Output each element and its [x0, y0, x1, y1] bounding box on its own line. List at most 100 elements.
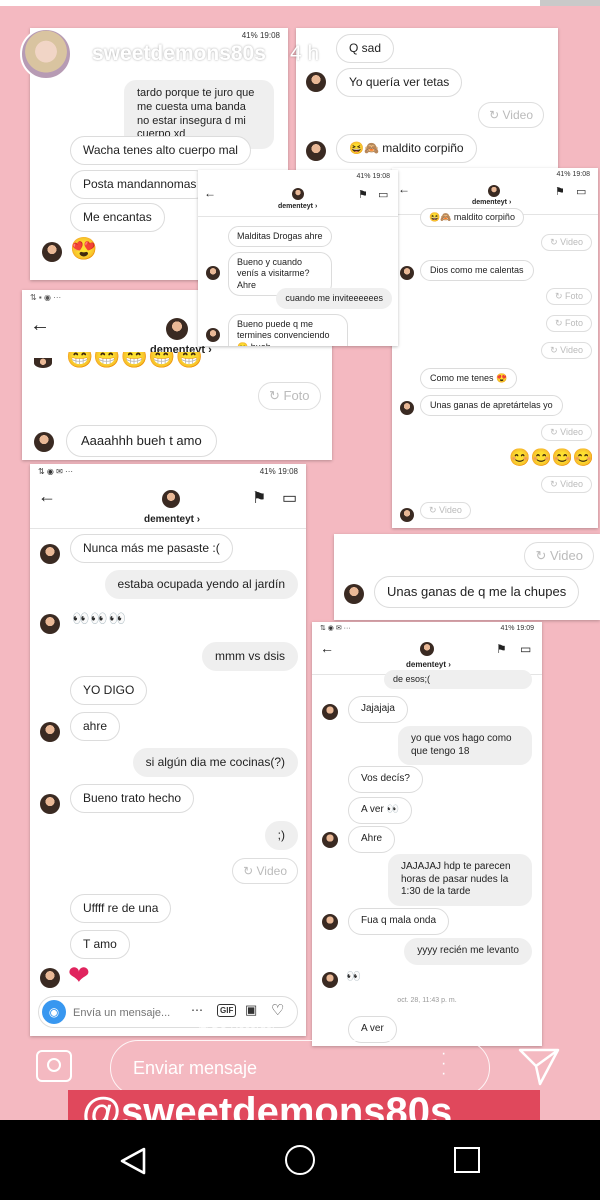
- message-bubble: Como me tenes 😍: [420, 368, 518, 390]
- photo-button[interactable]: ↻ Foto: [545, 315, 592, 332]
- status-bar: 41% 19:08: [356, 172, 390, 180]
- back-arrow-icon[interactable]: ←: [30, 314, 50, 337]
- navigation-bar: [0, 1120, 600, 1200]
- video-button[interactable]: ↻ Video: [420, 502, 471, 519]
- video-button[interactable]: ↻ Video: [541, 476, 592, 493]
- camera-icon[interactable]: ◉: [42, 1000, 66, 1024]
- video-button[interactable]: ↻ Video: [524, 542, 594, 570]
- avatar: [322, 914, 338, 930]
- video-button[interactable]: ↻ Video: [478, 102, 544, 128]
- message-bubble: Ahre: [348, 826, 396, 853]
- camera-icon: [47, 1058, 61, 1072]
- back-arrow-icon[interactable]: ←: [320, 640, 334, 656]
- message-bubble: Uffff re de una: [70, 894, 172, 923]
- flag-icon[interactable]: ⚑: [358, 188, 368, 201]
- reply-placeholder: Enviar mensaje: [133, 1058, 258, 1078]
- status-icons: ⇅ ◉ ✉ ···: [38, 466, 74, 476]
- status-icons: ⇅ ▪ ◉ ···: [30, 292, 62, 302]
- message-bubble: yyyy recién me levanto: [404, 938, 532, 965]
- send-icon[interactable]: [518, 1046, 560, 1091]
- back-arrow-icon[interactable]: ←: [204, 186, 216, 200]
- flag-icon[interactable]: ⚑: [252, 488, 266, 508]
- smile-emojis: 😊😊😊😊: [509, 448, 594, 467]
- heart-icon: ❤: [68, 960, 90, 990]
- message-bubble: Unas ganas de apretártelas yo: [420, 395, 563, 417]
- message-bubble: ahre: [70, 712, 121, 741]
- message-bubble: Me encantas: [70, 203, 165, 232]
- video-call-icon[interactable]: ▭: [282, 488, 297, 508]
- story-username[interactable]: sweetdemons80s: [92, 42, 266, 66]
- more-icon[interactable]: ⋯: [191, 1003, 203, 1017]
- avatar: [34, 432, 54, 452]
- flag-icon[interactable]: ⚑: [496, 642, 507, 656]
- avatar: [42, 242, 62, 262]
- message-bubble: Fua q mala onda: [348, 908, 450, 935]
- message-bubble: T amo: [70, 930, 130, 959]
- story-avatar[interactable]: [20, 28, 72, 80]
- heart-outline-icon[interactable]: ♡: [271, 1001, 284, 1019]
- chat-screenshot-2: Q sad Yo quería ver tetas ↻ Video 😆🙈 mal…: [296, 28, 558, 178]
- back-arrow-icon[interactable]: ←: [38, 486, 56, 507]
- message-bubble: estaba ocupada yendo al jardín: [104, 570, 298, 599]
- flag-icon[interactable]: ⚑: [555, 185, 565, 198]
- avatar: [40, 794, 60, 814]
- message-input[interactable]: [71, 1003, 185, 1023]
- message-bubble: yo que vos hago como que tengo 18: [398, 726, 532, 765]
- gif-button[interactable]: GIF: [217, 1004, 237, 1017]
- camera-button[interactable]: [36, 1050, 72, 1082]
- avatar: [488, 185, 500, 197]
- message-bubble: Bueno puede q me termines convenciendo 😐…: [228, 314, 348, 346]
- contact-name[interactable]: dementeyt ›: [406, 660, 451, 669]
- avatar: [40, 544, 60, 564]
- home-nav-icon[interactable]: [285, 1145, 315, 1175]
- video-call-icon[interactable]: ▭: [576, 185, 586, 198]
- avatar: [306, 72, 326, 92]
- video-call-icon[interactable]: ▭: [378, 188, 388, 201]
- eyes-emojis: 👀👀👀: [72, 610, 128, 626]
- avatar: [206, 328, 220, 342]
- status-bar: 41% 19:08: [241, 30, 280, 40]
- photo-button[interactable]: ↻ Foto: [545, 288, 592, 305]
- message-bubble: Unas ganas de q me la chupes: [374, 576, 580, 609]
- video-button[interactable]: ↻ Video: [541, 424, 592, 441]
- message-bubble: si algún dia me cocinas(?): [132, 748, 298, 777]
- message-bubble: 😆🙈 maldito corpiño: [420, 208, 524, 228]
- username-banner: @sweetdemons80s: [68, 1090, 540, 1120]
- video-button[interactable]: ↻ Video: [232, 858, 298, 884]
- avatar: [34, 358, 52, 368]
- avatar: [292, 188, 304, 200]
- du-recorder-watermark: ▣ DU Recorder: [198, 1019, 276, 1031]
- contact-name[interactable]: dementeyt ›: [144, 514, 200, 525]
- more-options-icon[interactable]: · · ·: [441, 1046, 446, 1082]
- contact-name[interactable]: dementeyt ›: [472, 199, 511, 206]
- video-button[interactable]: ↻ Video: [541, 234, 592, 251]
- photo-button[interactable]: ↻ Foto: [258, 382, 321, 410]
- grin-emojis: 😁😁😁😁😁: [66, 352, 203, 369]
- message-bubble: Malditas Drogas ahre: [228, 226, 332, 248]
- message-bubble: mmm vs dsis: [202, 642, 298, 671]
- message-bubble: Posta mandannomas: [70, 170, 210, 199]
- avatar: [400, 401, 414, 415]
- back-arrow-icon[interactable]: ←: [398, 182, 410, 196]
- video-button[interactable]: ↻ Video: [541, 342, 592, 359]
- avatar: [322, 832, 338, 848]
- message-bubble: Nunca más me pasaste :(: [70, 534, 233, 563]
- back-nav-icon[interactable]: [118, 1146, 148, 1181]
- video-record-icon: ▣: [198, 1019, 209, 1031]
- message-bubble: de esos;(: [384, 670, 532, 690]
- header-divider: [198, 216, 398, 217]
- heart-eyes-emoji: 😍: [70, 236, 98, 261]
- contact-name[interactable]: dementeyt ›: [278, 203, 317, 210]
- message-bubble: YO DIGO: [70, 676, 148, 705]
- gallery-icon[interactable]: ▣: [245, 1002, 257, 1018]
- message-bubble: Wacha tenes alto cuerpo mal: [70, 136, 251, 165]
- message-bubble: Bueno trato hecho: [70, 784, 195, 813]
- reply-input[interactable]: Enviar mensaje · · ·: [110, 1040, 490, 1096]
- recents-nav-icon[interactable]: [454, 1147, 480, 1173]
- chat-screenshot-7: ↻ Video Unas ganas de q me la chupes: [334, 534, 600, 620]
- chat-screenshot-3: 41% 19:08 ← dementeyt › ⚑ ▭ Malditas Dro…: [198, 170, 398, 346]
- avatar: [306, 141, 326, 161]
- video-call-icon[interactable]: ▭: [520, 642, 531, 656]
- story-progress-bar: [0, 0, 600, 6]
- avatar: [162, 490, 180, 508]
